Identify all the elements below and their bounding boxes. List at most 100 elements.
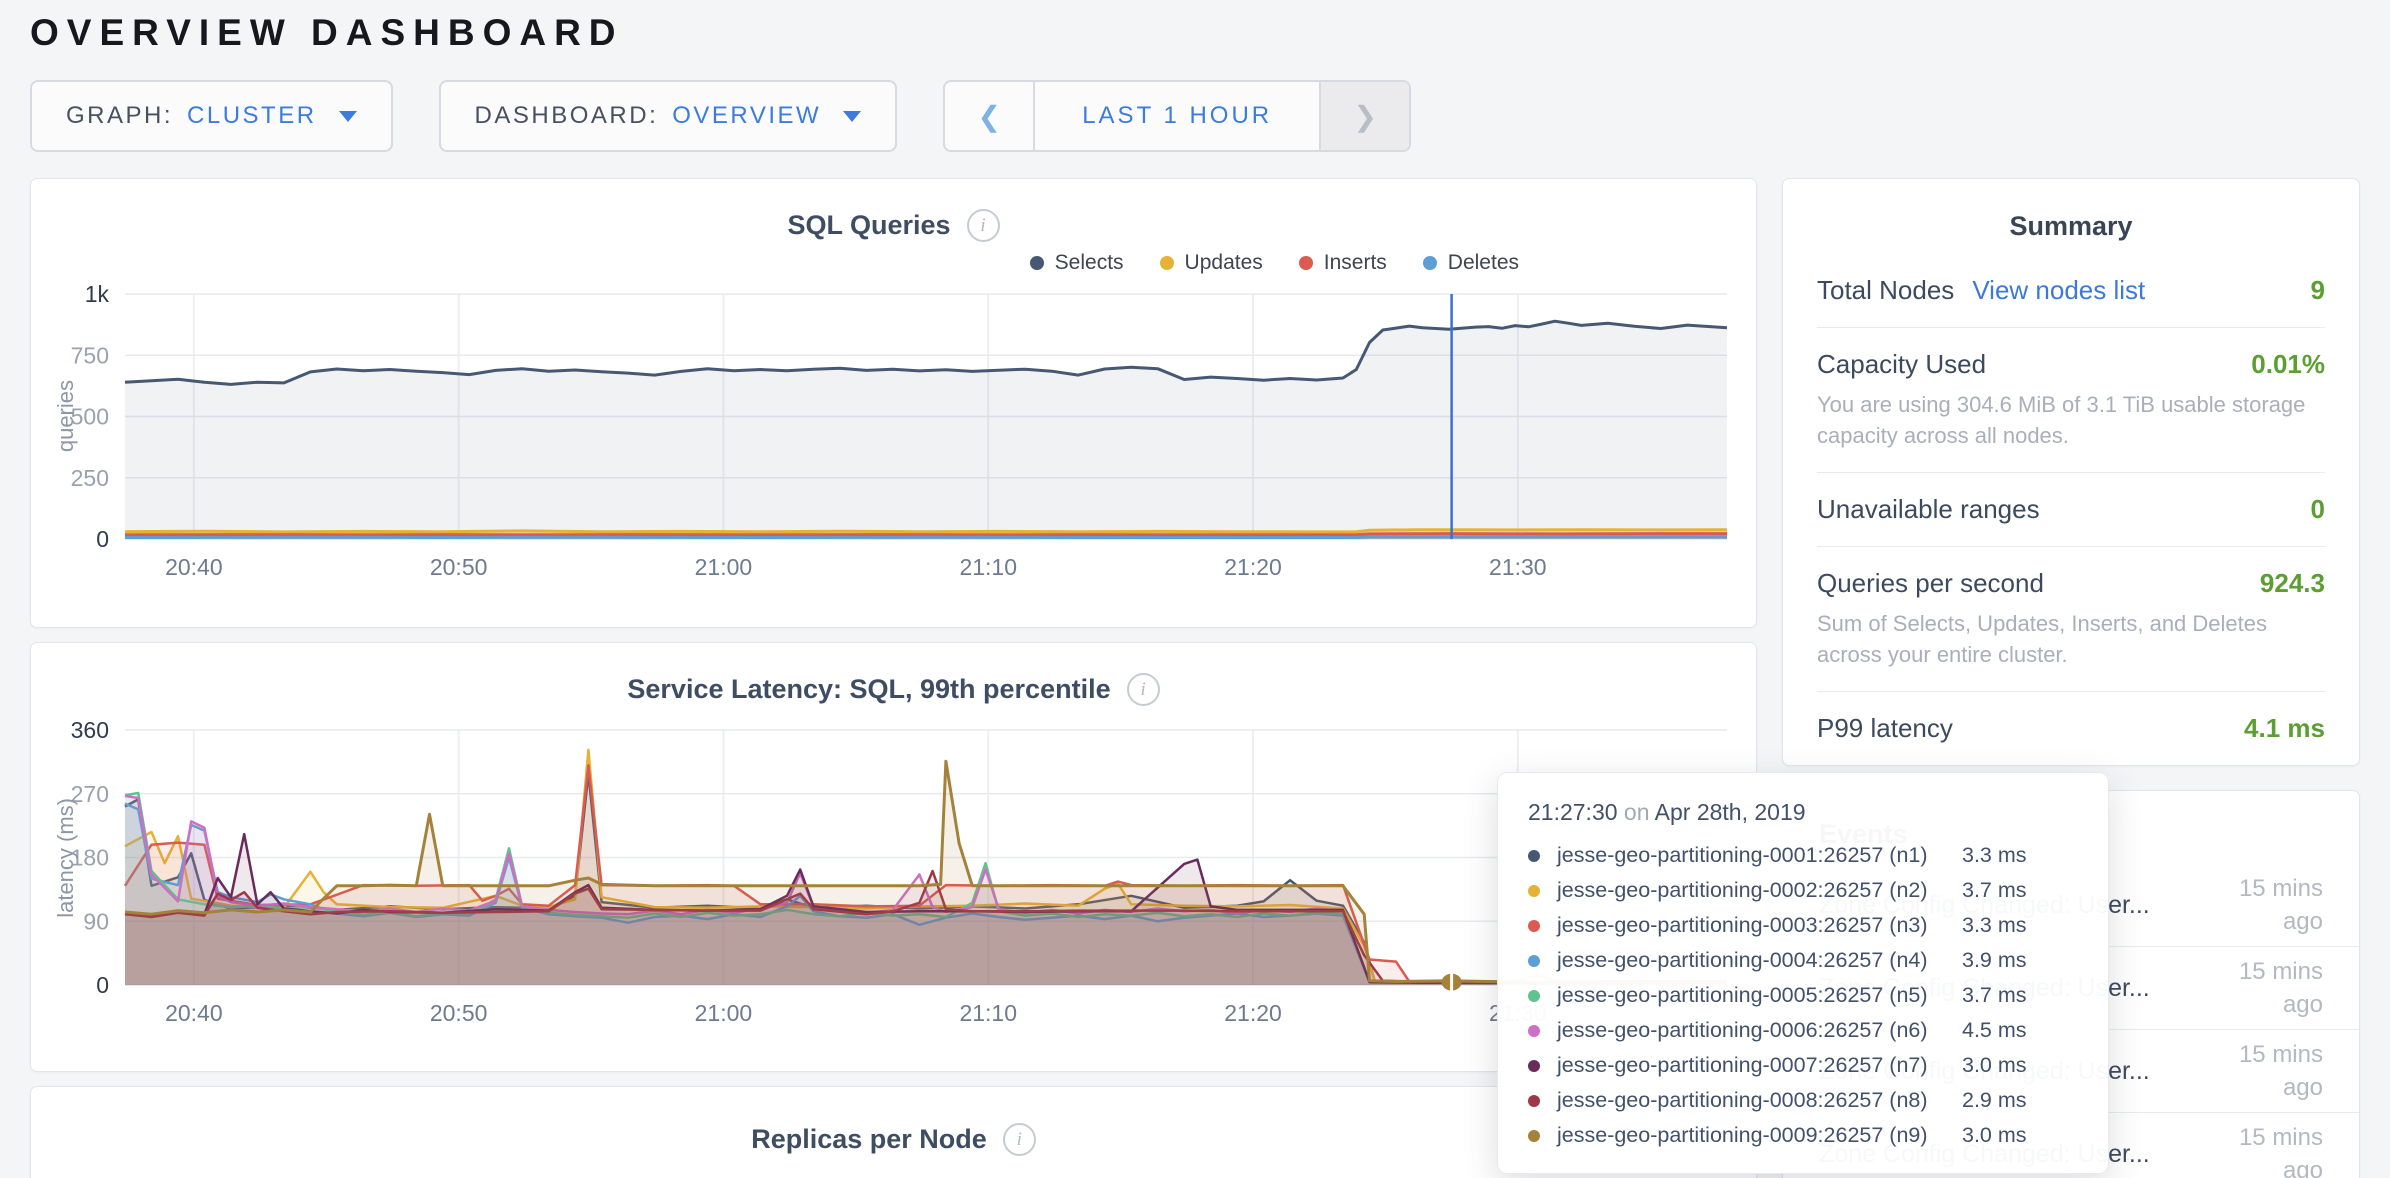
legend-label: Inserts [1324, 251, 1387, 275]
graph-dropdown-label: GRAPH: [66, 102, 173, 130]
time-range-prev-button[interactable]: ❮ [945, 82, 1035, 150]
tooltip-node-row: jesse-geo-partitioning-0002:26257 (n2)3.… [1528, 873, 2078, 908]
event-timestamp: 15 mins ago [2201, 1038, 2323, 1104]
legend-label: Selects [1055, 251, 1124, 275]
graph-dropdown[interactable]: GRAPH: CLUSTER [30, 80, 393, 152]
summary-rows: Total NodesView nodes list9Capacity Used… [1783, 254, 2359, 765]
tooltip-node-row: jesse-geo-partitioning-0007:26257 (n7)3.… [1528, 1048, 2078, 1083]
tooltip-rows: jesse-geo-partitioning-0001:26257 (n1)3.… [1528, 838, 2078, 1153]
svg-text:21:10: 21:10 [959, 554, 1017, 580]
summary-row-label: Queries per second [1817, 568, 2044, 599]
svg-text:20:40: 20:40 [165, 1000, 223, 1026]
time-range-value[interactable]: LAST 1 HOUR [1035, 82, 1319, 150]
svg-text:21:30: 21:30 [1489, 554, 1547, 580]
legend-dot-icon [1030, 256, 1044, 270]
time-range-next-button[interactable]: ❯ [1319, 82, 1409, 150]
tooltip-node-value: 3.9 ms [1962, 948, 2027, 973]
summary-row: P99 latency 4.1 ms [1817, 692, 2325, 765]
summary-row-label: Total Nodes [1817, 275, 1954, 306]
summary-row-description: You are using 304.6 MiB of 3.1 TiB usabl… [1817, 389, 2325, 451]
tooltip-node-row: jesse-geo-partitioning-0006:26257 (n6)4.… [1528, 1013, 2078, 1048]
tooltip-node-row: jesse-geo-partitioning-0001:26257 (n1)3.… [1528, 838, 2078, 873]
svg-text:21:00: 21:00 [695, 554, 753, 580]
svg-text:20:40: 20:40 [165, 554, 223, 580]
tooltip-node-value: 3.3 ms [1962, 913, 2027, 938]
legend-dot-icon [1160, 256, 1174, 270]
summary-title: Summary [1783, 179, 2359, 254]
tooltip-node-name: jesse-geo-partitioning-0005:26257 (n5) [1557, 983, 1962, 1008]
service-latency-plot[interactable]: 09018027036020:4020:5021:0021:1021:2021:… [39, 720, 1735, 1029]
info-icon[interactable]: i [1127, 673, 1160, 706]
svg-text:21:20: 21:20 [1224, 554, 1282, 580]
summary-row-top: Capacity Used0.01% [1817, 349, 2325, 380]
series-dot-icon [1528, 990, 1540, 1002]
tooltip-node-name: jesse-geo-partitioning-0007:26257 (n7) [1557, 1053, 1962, 1078]
summary-row: Total NodesView nodes list9 [1817, 254, 2325, 328]
summary-row-label: P99 latency [1817, 713, 1953, 744]
info-icon[interactable]: i [967, 209, 1000, 242]
summary-row-value: 4.1 ms [2244, 713, 2325, 744]
tooltip-timestamp: 21:27:30 on Apr 28th, 2019 [1528, 799, 2078, 826]
series-dot-icon [1528, 955, 1540, 967]
summary-row-label: Capacity Used [1817, 349, 1986, 380]
series-dot-icon [1528, 1130, 1540, 1142]
tooltip-node-name: jesse-geo-partitioning-0001:26257 (n1) [1557, 843, 1962, 868]
svg-text:21:00: 21:00 [695, 1000, 753, 1026]
svg-text:21:20: 21:20 [1224, 1000, 1282, 1026]
dashboard-dropdown[interactable]: DASHBOARD: OVERVIEW [439, 80, 898, 152]
sql-queries-title: SQL Queries [787, 210, 950, 241]
sql-queries-panel: SQL Queries i Selects Updates Inserts Delet… [30, 178, 1757, 628]
legend-item-updates: Updates [1160, 251, 1263, 275]
view-nodes-list-link[interactable]: View nodes list [1972, 275, 2145, 306]
tooltip-node-name: jesse-geo-partitioning-0006:26257 (n6) [1557, 1018, 1962, 1043]
tooltip-node-value: 3.0 ms [1962, 1123, 2027, 1148]
info-icon[interactable]: i [1003, 1123, 1036, 1156]
graph-dropdown-value: CLUSTER [187, 102, 317, 130]
event-timestamp: 15 mins ago [2201, 1121, 2323, 1178]
tooltip-node-value: 3.0 ms [1962, 1053, 2027, 1078]
svg-text:20:50: 20:50 [430, 554, 488, 580]
sql-y-axis-label: queries [53, 294, 79, 539]
tooltip-node-name: jesse-geo-partitioning-0009:26257 (n9) [1557, 1123, 1962, 1148]
svg-text:21:10: 21:10 [959, 1000, 1017, 1026]
tooltip-node-row: jesse-geo-partitioning-0005:26257 (n5)3.… [1528, 978, 2078, 1013]
legend-item-selects: Selects [1030, 251, 1124, 275]
tooltip-node-value: 3.7 ms [1962, 878, 2027, 903]
sql-queries-plot[interactable]: 02505007501k20:4020:5021:0021:1021:2021:… [39, 284, 1735, 583]
legend-dot-icon [1299, 256, 1313, 270]
svg-text:20:50: 20:50 [430, 1000, 488, 1026]
chevron-down-icon [843, 111, 861, 122]
summary-row-description: Sum of Selects, Updates, Inserts, and De… [1817, 608, 2325, 670]
tooltip-node-value: 3.3 ms [1962, 843, 2027, 868]
overview-dashboard-page: OVERVIEW DASHBOARD GRAPH: CLUSTER DASHBO… [0, 0, 2390, 1178]
summary-row: Capacity Used0.01% You are using 304.6 Mi… [1817, 328, 2325, 473]
summary-row-top: Queries per second 924.3 [1817, 568, 2325, 599]
legend-dot-icon [1423, 256, 1437, 270]
legend-item-deletes: Deletes [1423, 251, 1519, 275]
svg-text:90: 90 [83, 908, 109, 934]
time-range-picker: ❮ LAST 1 HOUR ❯ [943, 80, 1411, 152]
summary-row-label: Unavailable ranges [1817, 494, 2040, 525]
tooltip-node-name: jesse-geo-partitioning-0002:26257 (n2) [1557, 878, 1962, 903]
service-latency-title-row: Service Latency: SQL, 99th percentile i [31, 673, 1756, 706]
summary-row-top: P99 latency 4.1 ms [1817, 713, 2325, 744]
series-dot-icon [1528, 885, 1540, 897]
chevron-left-icon: ❮ [977, 100, 1000, 133]
series-dot-icon [1528, 1025, 1540, 1037]
summary-row-value: 0 [2311, 494, 2325, 525]
series-dot-icon [1528, 1060, 1540, 1072]
sql-queries-chart: queries 02505007501k20:4020:5021:0021:10… [39, 284, 1756, 588]
summary-row-value: 924.3 [2260, 568, 2325, 599]
dashboard-dropdown-label: DASHBOARD: [475, 102, 659, 130]
series-dot-icon [1528, 850, 1540, 862]
summary-row: Unavailable ranges 0 [1817, 473, 2325, 547]
replicas-title: Replicas per Node [751, 1124, 987, 1155]
tooltip-node-value: 3.7 ms [1962, 983, 2027, 1008]
svg-text:1k: 1k [85, 284, 110, 307]
svg-text:0: 0 [96, 526, 109, 552]
tooltip-node-value: 2.9 ms [1962, 1088, 2027, 1113]
legend-label: Deletes [1448, 251, 1519, 275]
sql-queries-legend: Selects Updates Inserts Deletes [1030, 251, 1519, 275]
tooltip-node-row: jesse-geo-partitioning-0004:26257 (n4)3.… [1528, 943, 2078, 978]
dashboard-controls: GRAPH: CLUSTER DASHBOARD: OVERVIEW ❮ LAS… [30, 80, 2390, 152]
